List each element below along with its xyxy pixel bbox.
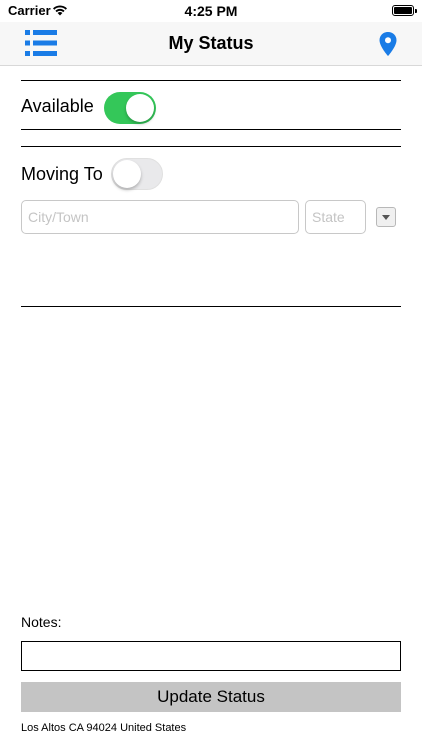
status-bar: Carrier 4:25 PM <box>0 0 422 22</box>
available-label: Available <box>21 96 94 116</box>
notes-label: Notes: <box>21 614 62 630</box>
page-title: My Status <box>168 33 254 53</box>
chevron-down-icon <box>382 215 390 220</box>
divider <box>21 306 401 307</box>
update-status-button[interactable]: Update Status <box>21 682 401 712</box>
toggle-knob <box>126 94 154 122</box>
map-pin-icon <box>379 32 397 56</box>
state-dropdown-button[interactable] <box>376 207 396 227</box>
divider <box>21 80 401 81</box>
location-button[interactable] <box>378 31 398 57</box>
app-screen: Carrier 4:25 PM My Status Available Movi… <box>0 0 422 750</box>
moving-to-toggle[interactable] <box>111 158 163 190</box>
clock: 4:25 PM <box>184 3 238 19</box>
current-location-text: Los Altos CA 94024 United States <box>21 722 187 734</box>
city-input[interactable] <box>21 200 299 234</box>
battery-icon <box>392 5 417 16</box>
notes-input[interactable] <box>21 641 401 671</box>
state-input[interactable] <box>305 200 366 234</box>
moving-to-label: Moving To <box>21 164 103 184</box>
navigation-bar: My Status <box>0 22 422 66</box>
toggle-knob <box>113 160 141 188</box>
available-toggle[interactable] <box>104 92 156 124</box>
divider <box>21 129 401 130</box>
divider <box>21 146 401 147</box>
